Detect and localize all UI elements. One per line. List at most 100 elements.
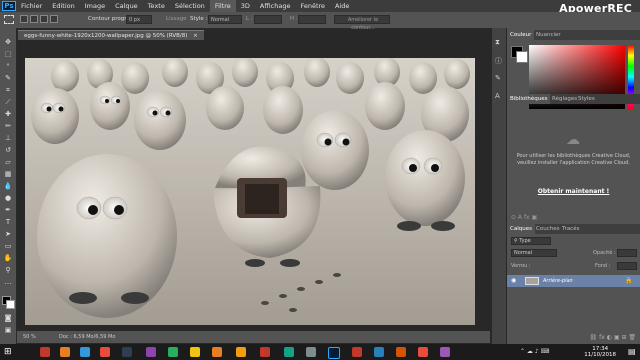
properties-panel-icon[interactable]: ⓘ (495, 56, 503, 65)
clock-date: 11/10/2018 (584, 352, 616, 358)
feather-label: Contour progr. : (88, 16, 132, 22)
brush-tool-icon[interactable]: ✏ (3, 122, 13, 130)
width-label: L : (246, 16, 253, 22)
tab-couleur[interactable]: Couleur (507, 30, 535, 40)
width-input[interactable] (254, 15, 282, 24)
tab-bibliotheques[interactable]: Bibliothèques (507, 94, 551, 104)
menu-fichier[interactable]: Fichier (16, 0, 47, 12)
lock-label: Verrou : (511, 263, 531, 269)
eggs-image (25, 58, 475, 325)
antialias-checkbox[interactable]: Lissage (166, 16, 187, 22)
taskbar-app-icon[interactable] (374, 347, 384, 357)
photoshop-taskbar-icon[interactable] (328, 347, 340, 359)
notification-icon[interactable]: ▤ (628, 347, 638, 357)
eraser-tool-icon[interactable]: ▱ (3, 158, 13, 166)
quick-select-tool-icon[interactable]: ✎ (3, 74, 13, 82)
get-it-now-link[interactable]: Obtenir maintenant ! (515, 188, 632, 195)
marquee-tool-icon[interactable] (4, 15, 14, 24)
taskbar-app-icon[interactable] (396, 347, 406, 357)
taskbar-app-icon[interactable] (60, 347, 70, 357)
move-tool-icon[interactable]: ✥ (3, 38, 13, 46)
feather-input[interactable]: 0 px (126, 15, 152, 24)
eyedropper-tool-icon[interactable]: ⟋ (3, 98, 13, 106)
fill-input[interactable] (617, 262, 637, 270)
taskbar-app-icon[interactable] (440, 347, 450, 357)
system-clock[interactable]: 17:34 11/10/2018 (584, 346, 616, 358)
taskbar-app-icon[interactable] (236, 347, 246, 357)
gradient-tool-icon[interactable]: ▦ (3, 170, 13, 178)
screen-mode-icon[interactable]: ▣ (3, 326, 13, 334)
height-input[interactable] (298, 15, 326, 24)
tab-calques[interactable]: Calques (507, 224, 535, 234)
layer-filter-select[interactable]: ⚲ Type (511, 237, 551, 245)
visibility-eye-icon[interactable]: ◉ (511, 277, 519, 285)
document-canvas[interactable] (25, 58, 475, 325)
windows-start-icon[interactable]: ⊞ (4, 347, 14, 357)
more-tools-icon[interactable]: … (3, 278, 13, 286)
fill-label: Fond : (595, 263, 611, 269)
menu-selection[interactable]: Sélection (170, 0, 210, 12)
taskbar-app-icon[interactable] (146, 347, 156, 357)
taskbar-app-icon[interactable] (190, 347, 200, 357)
history-panel-icon[interactable]: ⧗ (495, 38, 503, 46)
background-swatch[interactable] (516, 51, 528, 63)
tab-traces[interactable]: Tracés (559, 224, 582, 234)
marquee-tool-icon[interactable]: ⬚ (3, 50, 13, 58)
taskbar-app-icon[interactable] (80, 347, 90, 357)
menu-affichage[interactable]: Affichage (255, 0, 296, 12)
taskbar-app-icon[interactable] (352, 347, 362, 357)
quick-mask-icon[interactable]: ◙ (3, 314, 13, 322)
zoom-level[interactable]: 50 % (23, 331, 36, 343)
menu-calque[interactable]: Calque (110, 0, 143, 12)
menu-fenetre[interactable]: Fenêtre (295, 0, 330, 12)
shape-tool-icon[interactable]: ▭ (3, 242, 13, 250)
taskbar-app-icon[interactable] (418, 347, 428, 357)
history-brush-tool-icon[interactable]: ↺ (3, 146, 13, 154)
tab-nuancier[interactable]: Nuancier (533, 30, 564, 40)
crop-tool-icon[interactable]: ⌗ (3, 86, 13, 94)
opacity-input[interactable] (617, 249, 637, 257)
layers-panel-tabs: Calques Couches Tracés (507, 224, 640, 234)
menu-edition[interactable]: Edition (47, 0, 80, 12)
tab-styles[interactable]: Styles (575, 94, 598, 104)
brush-presets-icon[interactable]: ✎ (495, 74, 503, 82)
taskbar-app-icon[interactable] (306, 347, 316, 357)
menu-image[interactable]: Image (80, 0, 110, 12)
taskbar-app-icon[interactable] (260, 347, 270, 357)
pen-tool-icon[interactable]: ✒ (3, 206, 13, 214)
layer-name[interactable]: Arrière-plan (543, 278, 573, 284)
taskbar-app-icon[interactable] (168, 347, 178, 357)
character-panel-icon[interactable]: A (495, 92, 503, 100)
clone-stamp-tool-icon[interactable]: ⊥ (3, 134, 13, 142)
healing-brush-tool-icon[interactable]: ✚ (3, 110, 13, 118)
taskbar-app-icon[interactable] (40, 347, 50, 357)
path-select-tool-icon[interactable]: ➤ (3, 230, 13, 238)
taskbar-app-icon[interactable] (100, 347, 110, 357)
menu-filtre[interactable]: Filtre (209, 0, 236, 12)
type-tool-icon[interactable]: T (3, 218, 13, 226)
tools-panel: ✥ ⬚ ᐤ ✎ ⌗ ⟋ ✚ ✏ ⊥ ↺ ▱ ▦ 💧 ● ✒ T ➤ ▭ ✋ ⚲ … (0, 28, 17, 344)
lasso-tool-icon[interactable]: ᐤ (3, 62, 13, 70)
menu-texte[interactable]: Texte (143, 0, 170, 12)
libraries-panel-tabs: Bibliothèques Réglages Styles (507, 94, 640, 104)
menu-aide[interactable]: Aide (330, 0, 354, 12)
layers-footer-icons[interactable]: ⛓ fx ◐ ▣ ⊞ 🗑 (511, 334, 636, 342)
dodge-tool-icon[interactable]: ● (3, 194, 13, 202)
hand-tool-icon[interactable]: ✋ (3, 254, 13, 262)
blur-tool-icon[interactable]: 💧 (3, 182, 13, 190)
background-color-swatch[interactable] (6, 300, 15, 309)
firefox-icon[interactable] (212, 347, 222, 357)
document-size: Doc : 6,59 Mo/6,59 Mo (59, 334, 116, 340)
system-tray-icons[interactable]: ⌃ ☁ ♪ ⌨ (520, 348, 580, 356)
selection-mode-icons[interactable] (20, 15, 64, 24)
close-tab-icon[interactable]: × (193, 33, 198, 39)
style-select[interactable]: Normal (208, 15, 242, 24)
menu-3d[interactable]: 3D (236, 0, 255, 12)
photoshop-logo-icon: Ps (2, 1, 16, 11)
refine-edge-button[interactable]: Améliorer le contour... (334, 15, 390, 31)
taskbar-app-icon[interactable] (284, 347, 294, 357)
layer-style-icons[interactable]: ⊙ A fx ▣ (511, 214, 636, 222)
zoom-tool-icon[interactable]: ⚲ (3, 266, 13, 274)
taskbar-app-icon[interactable] (122, 347, 132, 357)
blend-mode-select[interactable]: Normal (511, 249, 557, 257)
